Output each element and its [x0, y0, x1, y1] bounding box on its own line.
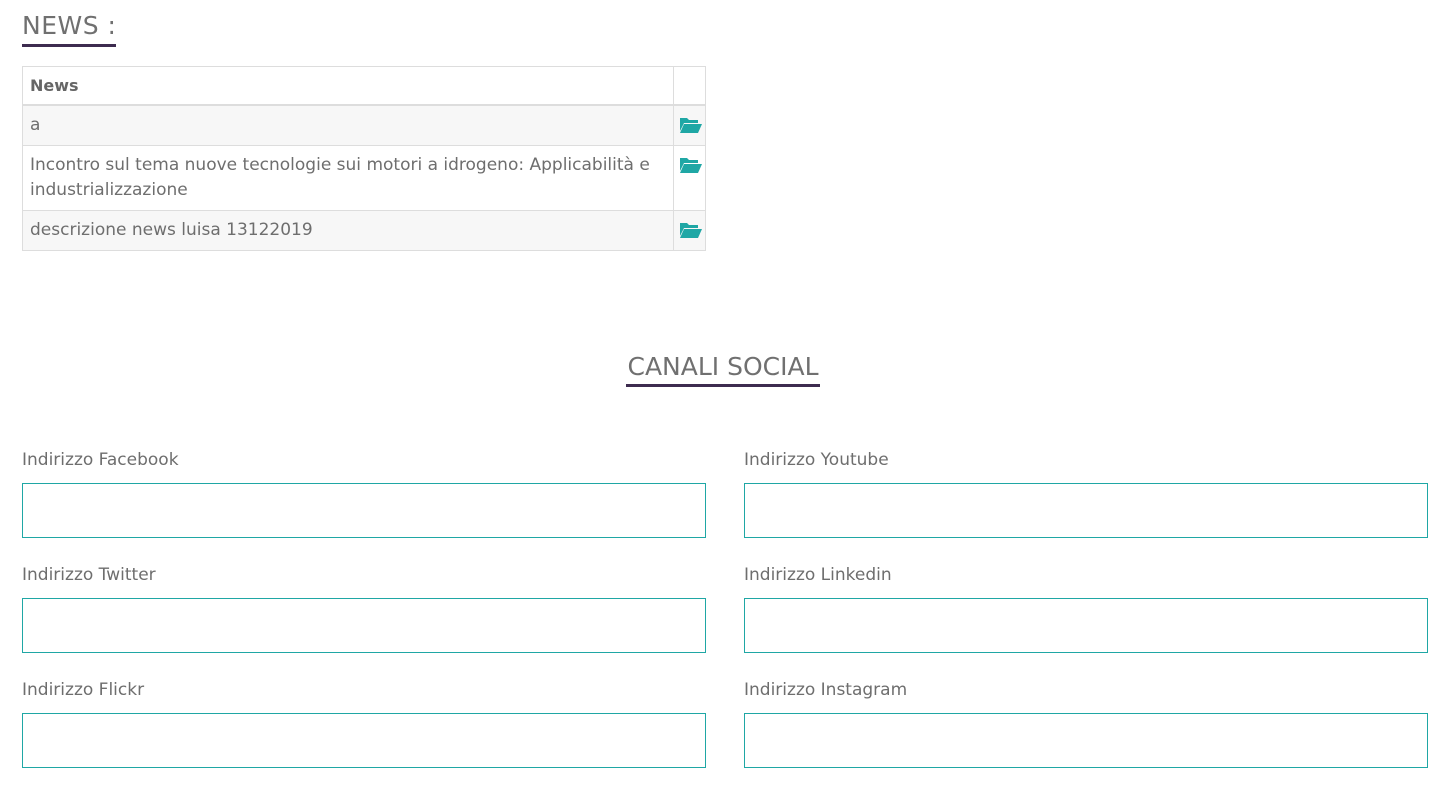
- twitter-label: Indirizzo Twitter: [22, 565, 156, 585]
- table-row: a: [22, 104, 706, 146]
- facebook-input[interactable]: [22, 483, 706, 538]
- folder-open-icon[interactable]: [679, 156, 703, 174]
- youtube-input[interactable]: [744, 483, 1428, 538]
- table-row: Incontro sul tema nuove tecnologie sui m…: [22, 145, 706, 211]
- news-title: Incontro sul tema nuove tecnologie sui m…: [22, 145, 674, 211]
- twitter-input[interactable]: [22, 598, 706, 653]
- folder-open-icon[interactable]: [679, 116, 703, 134]
- social-heading-wrapper: CANALI SOCIAL: [0, 350, 1446, 387]
- instagram-label: Indirizzo Instagram: [744, 680, 908, 700]
- instagram-input[interactable]: [744, 713, 1428, 768]
- folder-open-icon[interactable]: [679, 221, 703, 239]
- youtube-label: Indirizzo Youtube: [744, 450, 889, 470]
- news-table: News a Incontro sul tema nuove tecnologi…: [22, 66, 706, 251]
- table-row: descrizione news luisa 13122019: [22, 210, 706, 251]
- news-table-header-row: News: [22, 66, 706, 106]
- facebook-label: Indirizzo Facebook: [22, 450, 179, 470]
- open-news-button[interactable]: [673, 145, 706, 211]
- social-heading: CANALI SOCIAL: [626, 350, 820, 387]
- open-news-button[interactable]: [673, 210, 706, 251]
- news-title: a: [22, 104, 674, 146]
- actions-column-header: [673, 66, 706, 106]
- flickr-input[interactable]: [22, 713, 706, 768]
- linkedin-input[interactable]: [744, 598, 1428, 653]
- open-news-button[interactable]: [673, 104, 706, 146]
- flickr-label: Indirizzo Flickr: [22, 680, 145, 700]
- linkedin-label: Indirizzo Linkedin: [744, 565, 892, 585]
- news-heading: NEWS :: [22, 8, 117, 47]
- news-column-header: News: [22, 66, 674, 106]
- news-title: descrizione news luisa 13122019: [22, 210, 674, 251]
